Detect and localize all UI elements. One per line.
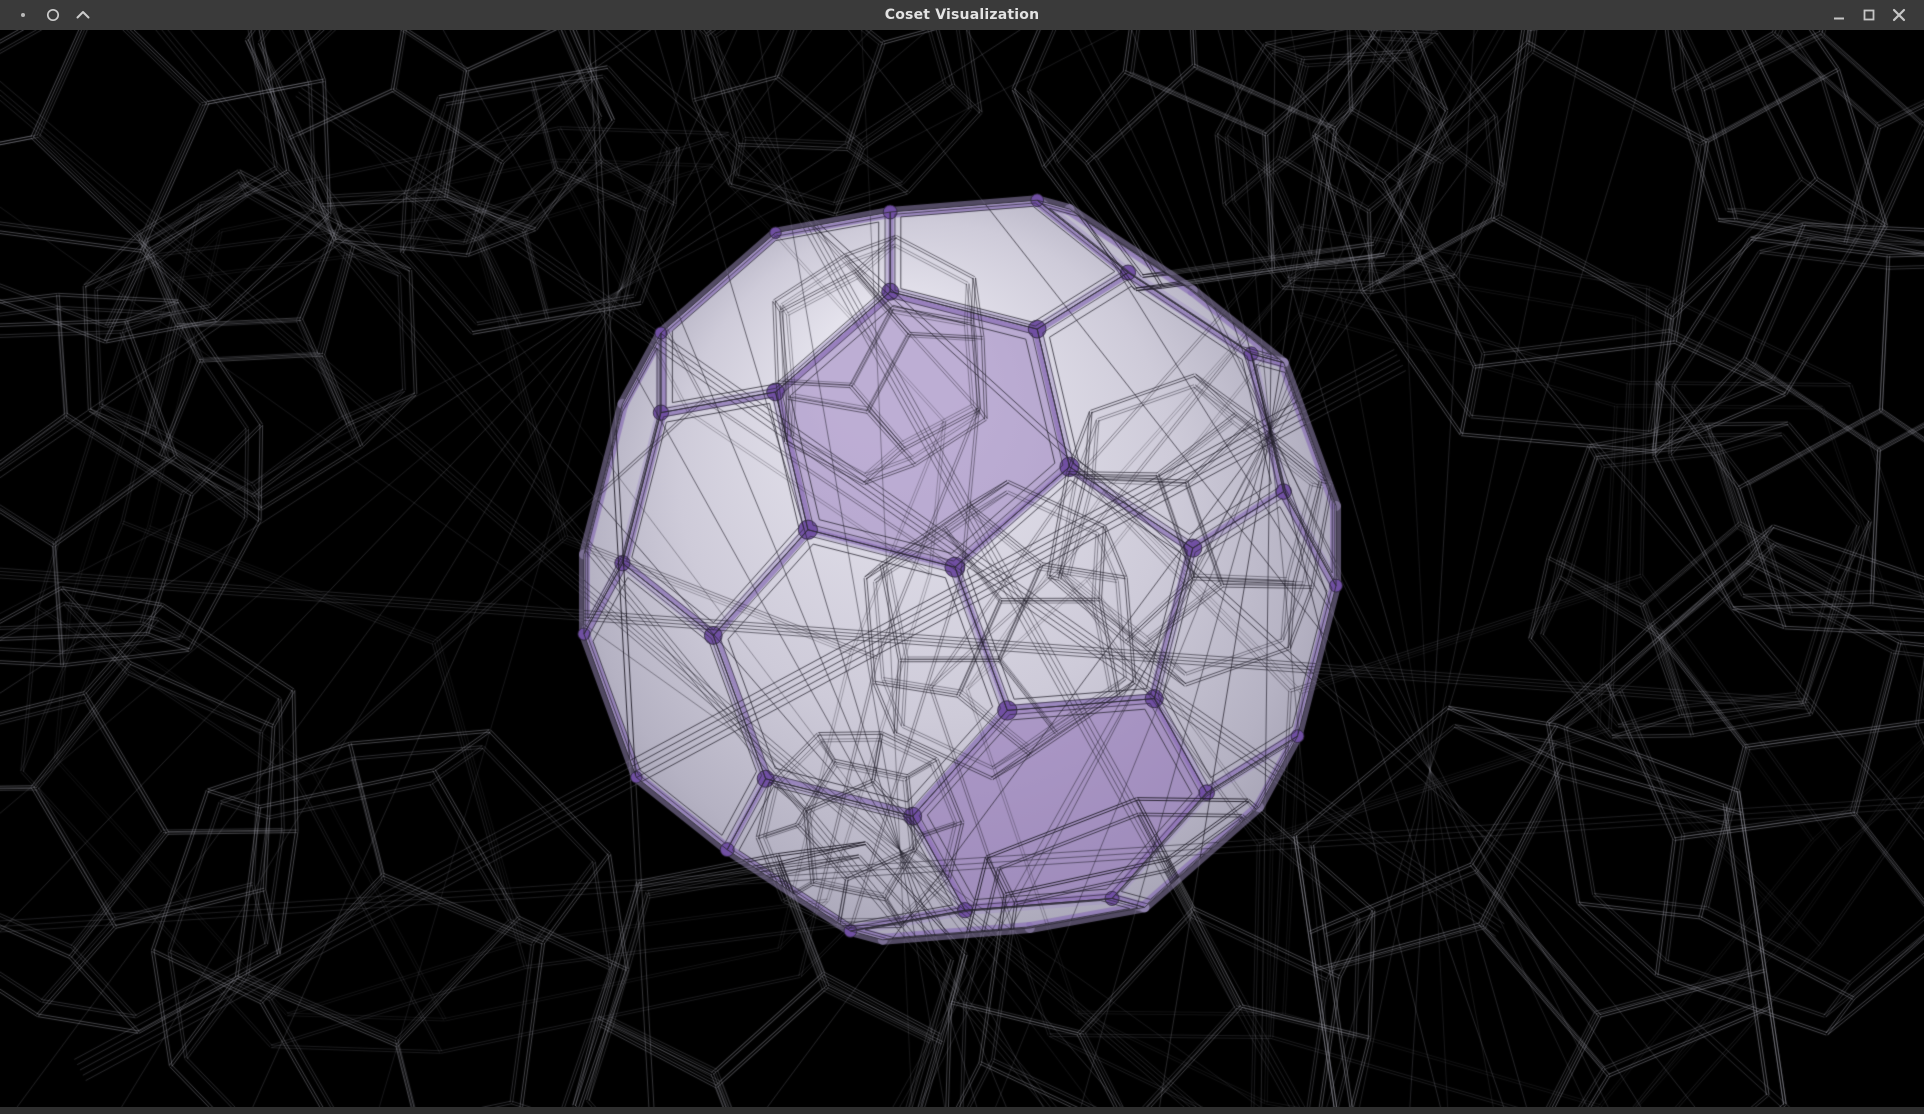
minimize-button[interactable] xyxy=(1824,0,1854,30)
window-bottom-edge[interactable] xyxy=(0,1107,1924,1114)
window-title: Coset Visualization xyxy=(0,0,1924,30)
dot-button[interactable] xyxy=(8,0,38,30)
viewport-canvas[interactable] xyxy=(0,30,1924,1107)
close-button[interactable] xyxy=(1884,0,1914,30)
circle-button[interactable] xyxy=(38,0,68,30)
titlebar[interactable]: Coset Visualization xyxy=(0,0,1924,30)
titlebar-right-controls xyxy=(1824,0,1924,30)
titlebar-left-controls xyxy=(0,0,98,30)
close-icon xyxy=(1889,5,1909,25)
circle-icon xyxy=(43,5,63,25)
app-window: Coset Visualization xyxy=(0,0,1924,1114)
chevron-up-icon xyxy=(73,5,93,25)
dot-icon xyxy=(13,5,33,25)
chevron-up-button[interactable] xyxy=(68,0,98,30)
maximize-icon xyxy=(1859,5,1879,25)
maximize-button[interactable] xyxy=(1854,0,1884,30)
minimize-icon xyxy=(1829,5,1849,25)
